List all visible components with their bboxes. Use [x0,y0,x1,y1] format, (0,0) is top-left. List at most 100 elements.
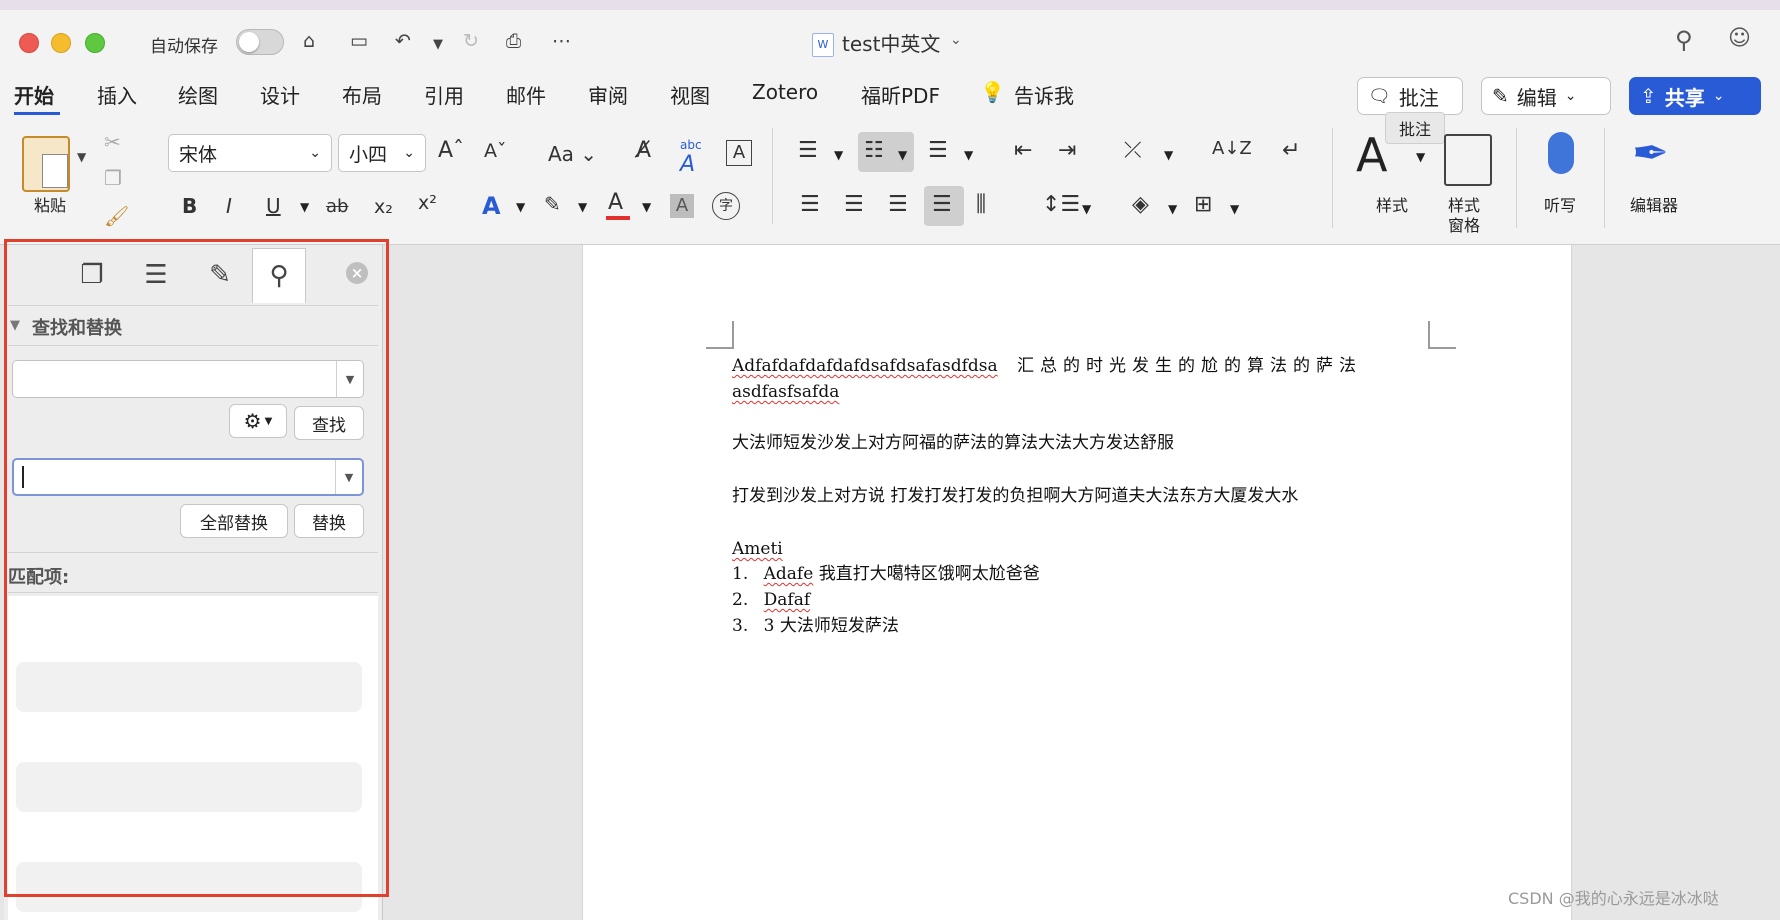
copy-icon[interactable]: ❐ [104,166,122,190]
bullets-icon[interactable]: ☰ [798,138,818,163]
grow-font-icon[interactable]: Aˆ [438,138,464,163]
ribbon-separator [1604,128,1605,228]
editor-pen-icon[interactable]: ✒ [1632,128,1669,179]
sort-icon[interactable]: A↓Z [1212,138,1252,159]
borders-icon[interactable]: ⊞ [1194,192,1212,217]
doc-paragraph-4[interactable]: Ameti [732,536,783,562]
autosave-toggle[interactable] [236,29,284,55]
undo-icon[interactable]: ↶ [395,30,411,52]
numbering-dropdown-icon[interactable]: ▼ [898,148,907,162]
doc-paragraph-1-cont[interactable]: asdfasfsafda [732,379,839,405]
styles-pane-icon[interactable] [1444,134,1492,186]
list-item[interactable]: 3. 3 大法师短发萨法 [732,613,899,639]
doc-paragraph-3[interactable]: 打发到沙发上对方说 打发打发打发的负担啊大方阿道夫大法东方大厦发大水 [732,483,1298,509]
font-name-select[interactable]: 宋体 ⌄ [168,134,332,172]
underline-dropdown-icon[interactable]: ▼ [300,200,309,214]
more-options-icon[interactable]: ⋯ [552,30,571,52]
superscript-icon[interactable]: x² [418,192,437,214]
close-window-button[interactable] [19,33,39,53]
share-button[interactable]: ⇪ 共享 ⌄ [1629,77,1761,115]
zoom-window-button[interactable] [85,33,105,53]
distributed-icon[interactable]: ⫼ [976,192,986,217]
character-shading-icon[interactable]: A [670,194,694,218]
change-case-icon[interactable]: Aa ⌄ [548,142,597,166]
align-left-icon[interactable]: ☰ [800,192,820,217]
tab-references[interactable]: 引用 [424,80,464,109]
align-center-icon[interactable]: ☰ [844,192,864,217]
show-formatting-icon[interactable]: ↵ [1282,138,1300,163]
tab-design[interactable]: 设计 [260,80,300,109]
increase-indent-icon[interactable]: ⇥ [1058,138,1076,163]
shading-icon[interactable]: ◈ [1132,192,1149,217]
underline-icon[interactable]: U [266,194,281,218]
comment-button[interactable]: 🗨 批注 [1357,77,1463,115]
list-item[interactable]: 1. Adafe 我直打大噶特区饿啊太尬爸爸 [732,561,1040,587]
phonetic-guide-icon[interactable]: abc A [680,138,702,177]
font-color-icon[interactable]: A [608,190,623,215]
bold-icon[interactable]: B [182,194,197,218]
line-spacing-dropdown-icon[interactable]: ▼ [1082,202,1091,216]
font-size-select[interactable]: 小四 ⌄ [338,134,426,172]
format-painter-icon[interactable]: 🖌 [104,204,129,228]
title-chevron-down-icon[interactable]: ⌄ [950,32,962,48]
undo-dropdown-icon[interactable]: ▼ [433,37,443,52]
microphone-icon[interactable] [1548,132,1574,174]
borders-dropdown-icon[interactable]: ▼ [1230,202,1239,216]
styles-gallery-icon[interactable]: A [1356,128,1387,182]
styles-dropdown-icon[interactable]: ▼ [1416,150,1425,164]
text-direction-icon[interactable]: ⤫ [1124,138,1142,163]
text-effects-icon[interactable]: A [482,192,501,220]
account-icon[interactable]: ☺ [1728,26,1751,51]
tab-insert[interactable]: 插入 [97,80,137,109]
shrink-font-icon[interactable]: Aˇ [484,140,507,162]
editor-label: 编辑器 [1630,196,1679,215]
minimize-window-button[interactable] [51,33,71,53]
print-icon[interactable]: ⎙ [506,30,521,52]
clear-formatting-icon[interactable]: A̸ [636,138,651,163]
numbering-icon[interactable]: ☷ [864,138,884,163]
search-icon[interactable]: ⚲ [1675,26,1693,54]
tab-tell-me[interactable]: 告诉我 [1014,80,1074,109]
shading-dropdown-icon[interactable]: ▼ [1168,202,1177,216]
doc-paragraph-1[interactable]: Adfafdafdafdafdsafdsafasdfdsa 汇总的时光发生的尬的… [732,353,1362,379]
bullets-dropdown-icon[interactable]: ▼ [834,148,843,162]
edit-mode-button[interactable]: ✎ 编辑 ⌄ [1481,77,1611,115]
tab-foxit-pdf[interactable]: 福昕PDF [861,80,940,109]
tab-zotero[interactable]: Zotero [752,80,818,104]
paste-dropdown-icon[interactable]: ▼ [77,150,86,164]
highlight-dropdown-icon[interactable]: ▼ [578,200,587,214]
list-item[interactable]: 2. Dafaf [732,587,810,613]
align-right-icon[interactable]: ☰ [888,192,908,217]
home-icon[interactable]: ⌂ [303,30,315,52]
margin-corner-mark [1428,321,1456,349]
chevron-down-icon: ⌄ [1564,88,1577,104]
share-icon: ⇪ [1640,84,1657,108]
multilevel-list-icon[interactable]: ☰ [928,138,948,163]
enclose-character-icon[interactable]: 字 [712,192,740,220]
cut-icon[interactable]: ✂ [104,130,121,154]
tab-layout[interactable]: 布局 [342,80,382,109]
subscript-icon[interactable]: x₂ [374,196,393,218]
strikethrough-icon[interactable]: ab [326,196,348,217]
tab-view[interactable]: 视图 [670,80,710,109]
text-effects-dropdown-icon[interactable]: ▼ [516,200,525,214]
doc-paragraph-2[interactable]: 大法师短发沙发上对方阿福的萨法的算法大法大方发达舒服 [732,430,1174,456]
clipboard-icon[interactable] [22,136,70,192]
text-direction-dropdown-icon[interactable]: ▼ [1164,148,1173,162]
tab-home[interactable]: 开始 [14,80,54,109]
highlight-icon[interactable]: ✎ [544,192,561,216]
justify-icon[interactable]: ☰ [932,192,952,217]
share-label: 共享 [1664,85,1705,110]
tab-review[interactable]: 审阅 [588,80,628,109]
multilevel-dropdown-icon[interactable]: ▼ [964,148,973,162]
save-icon[interactable]: ▭ [350,30,368,52]
font-color-dropdown-icon[interactable]: ▼ [642,200,651,214]
character-border-icon[interactable]: A [726,140,752,166]
tab-draw[interactable]: 绘图 [178,80,218,109]
redo-icon[interactable]: ↻ [463,30,479,52]
list-text: 大法师短发萨法 [779,616,899,636]
tab-mailings[interactable]: 邮件 [506,80,546,109]
line-spacing-icon[interactable]: ↕☰ [1042,192,1080,217]
italic-icon[interactable]: I [226,194,232,218]
decrease-indent-icon[interactable]: ⇤ [1014,138,1032,163]
